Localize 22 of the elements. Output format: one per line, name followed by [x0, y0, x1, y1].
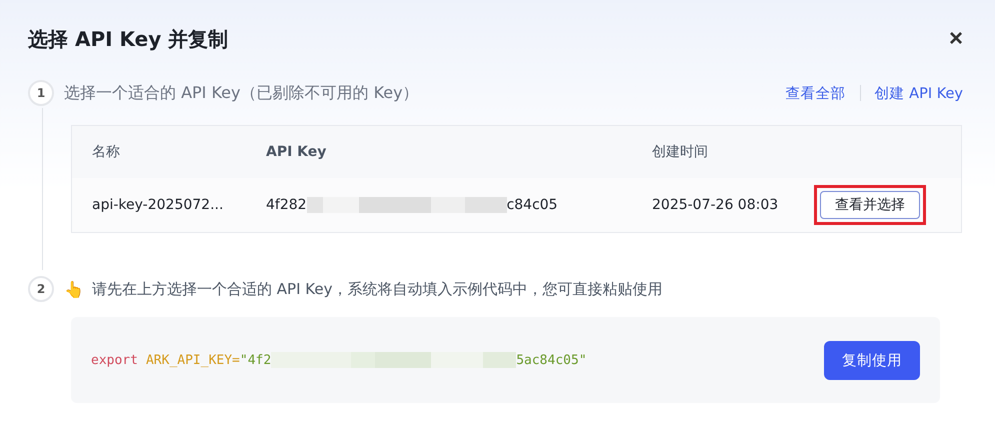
select-button[interactable]: 查看并选择 — [820, 191, 920, 219]
dialog-title: 选择 API Key 并复制 — [28, 26, 228, 52]
column-header: 名称 — [92, 143, 121, 161]
code-variable: ARK_API_KEY= — [146, 352, 240, 368]
code-keyword: export — [91, 352, 138, 368]
table-cell-text: api-key-2025072... — [92, 197, 224, 213]
link[interactable]: 查看全部 — [786, 84, 846, 102]
step-text: 请先在上方选择一个合适的 API Key，系统将自动填入示例代码中，您可直接粘贴使用 — [92, 280, 662, 298]
pointing-hand-icon: 👆 — [64, 280, 84, 298]
copy-button[interactable]: 复制使用 — [824, 340, 920, 380]
table-cell-text: 2025-07-26 08:03 — [652, 197, 780, 213]
step-number: 2 — [28, 276, 54, 302]
column-header: 创建时间 — [652, 143, 709, 161]
step-number: 1 — [28, 80, 54, 106]
close-button[interactable]: × — [944, 27, 967, 51]
code-string: "4f2 — [240, 352, 272, 368]
key-fragment: c84c05 — [506, 197, 558, 213]
code-string: 5ac84c05" — [516, 352, 587, 368]
column-header: API Key — [266, 144, 328, 160]
key-fragment: 4f282 — [266, 197, 307, 213]
link[interactable]: 创建 API Key — [874, 84, 963, 102]
step-text: 选择一个适合的 API Key（已剔除不可用的 Key） — [64, 82, 419, 104]
